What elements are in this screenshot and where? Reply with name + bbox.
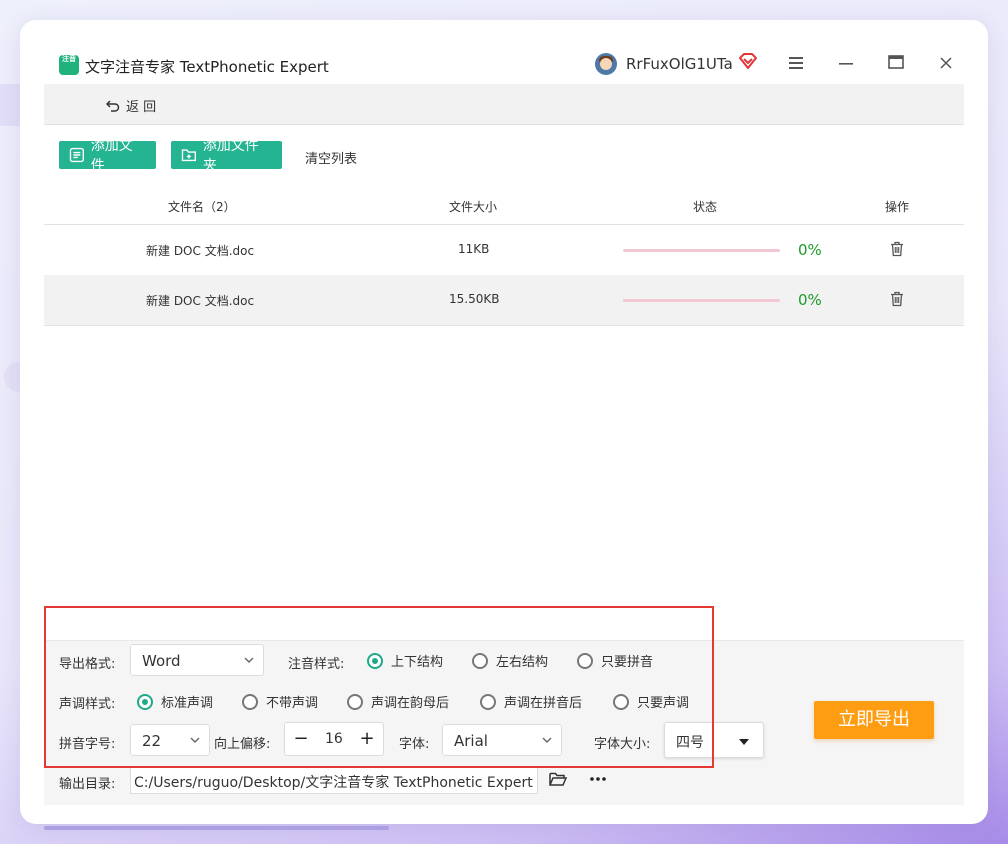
username[interactable]: RrFuxOlG1UTa bbox=[626, 55, 733, 73]
pinyin-size-label: 拼音字号: bbox=[59, 737, 116, 752]
title-bar: 注音 文字注音专家 TextPhonetic Expert RrFuxOlG1U… bbox=[44, 44, 964, 84]
progress-percent: 0% bbox=[798, 291, 822, 309]
radio-icon bbox=[347, 693, 363, 710]
vip-diamond-icon[interactable] bbox=[738, 53, 758, 73]
annotation-style-radio-left-right[interactable]: 左右结构 bbox=[472, 651, 548, 670]
export-now-button[interactable]: 立即导出 bbox=[814, 701, 934, 739]
menu-icon[interactable] bbox=[785, 53, 807, 75]
radio-selected-icon bbox=[367, 652, 383, 669]
annotation-style-option: 左右结构 bbox=[496, 655, 549, 670]
font-size-select[interactable]: 四号 bbox=[664, 722, 764, 758]
tone-style-radio-tone-only[interactable]: 只要声调 bbox=[613, 692, 689, 711]
font-value: Arial bbox=[454, 732, 488, 750]
radio-icon bbox=[472, 652, 488, 669]
annotation-style-option: 只要拼音 bbox=[601, 655, 654, 670]
progress-bar bbox=[623, 249, 780, 252]
radio-icon bbox=[613, 693, 629, 710]
radio-icon bbox=[480, 693, 496, 710]
tone-style-option: 只要声调 bbox=[637, 696, 690, 711]
annotation-style-label: 注音样式: bbox=[288, 657, 345, 672]
header-action: 操作 bbox=[885, 200, 910, 214]
chevron-down-icon bbox=[243, 652, 255, 670]
clear-list-button[interactable]: 清空列表 bbox=[305, 148, 357, 167]
more-options-icon[interactable] bbox=[589, 770, 607, 792]
font-size-value: 四号 bbox=[676, 735, 704, 751]
add-folder-label: 添加文件夹 bbox=[202, 138, 259, 174]
progress-percent: 0% bbox=[798, 241, 822, 259]
tone-style-option: 声调在韵母后 bbox=[371, 696, 450, 711]
tone-style-label: 声调样式: bbox=[59, 697, 116, 712]
user-avatar[interactable] bbox=[595, 53, 617, 75]
table-row[interactable]: 新建 DOC 文档.doc 11KB 0% bbox=[44, 225, 964, 276]
tone-style-radio-no-tone[interactable]: 不带声调 bbox=[242, 692, 318, 711]
file-size: 11KB bbox=[458, 242, 490, 256]
header-status: 状态 bbox=[693, 200, 718, 214]
minimize-icon[interactable] bbox=[835, 53, 857, 75]
delete-icon[interactable] bbox=[890, 291, 904, 310]
open-folder-icon[interactable] bbox=[549, 771, 568, 791]
back-arrow-icon bbox=[106, 99, 120, 112]
app-logo: 注音 bbox=[59, 55, 79, 75]
radio-icon bbox=[577, 652, 593, 669]
annotation-style-radio-top-bottom[interactable]: 上下结构 bbox=[367, 651, 443, 670]
chevron-down-icon bbox=[541, 732, 553, 750]
add-file-button[interactable]: 添加文件 bbox=[59, 138, 156, 174]
font-select[interactable]: Arial bbox=[442, 724, 562, 756]
pinyin-size-value: 22 bbox=[142, 732, 162, 750]
file-size: 15.50KB bbox=[449, 292, 500, 306]
window-accent-bar bbox=[44, 826, 389, 830]
output-dir-value: C:/Users/ruguo/Desktop/文字注音专家 TextPhonet… bbox=[134, 775, 533, 791]
export-format-select[interactable]: Word bbox=[130, 644, 264, 676]
annotation-style-radio-pinyin-only[interactable]: 只要拼音 bbox=[577, 651, 653, 670]
header-file-size: 文件大小 bbox=[449, 200, 498, 214]
back-label: 返 回 bbox=[126, 100, 157, 115]
tone-style-option: 标准声调 bbox=[161, 696, 214, 711]
file-name: 新建 DOC 文档.doc bbox=[146, 294, 255, 308]
add-file-icon bbox=[69, 147, 84, 163]
offset-increment-button[interactable]: + bbox=[356, 726, 378, 752]
font-label: 字体: bbox=[399, 737, 430, 752]
radio-icon bbox=[242, 693, 258, 710]
app-title: 文字注音专家 TextPhonetic Expert bbox=[85, 58, 329, 76]
tone-style-radio-after-final[interactable]: 声调在韵母后 bbox=[347, 692, 449, 711]
output-dir-label: 输出目录: bbox=[59, 777, 116, 792]
offset-decrement-button[interactable]: − bbox=[290, 726, 312, 752]
back-button[interactable]: 返 回 bbox=[106, 96, 156, 115]
app-logo-text: 注音 bbox=[62, 55, 76, 63]
add-folder-button[interactable]: 添加文件夹 bbox=[171, 138, 282, 174]
close-icon[interactable] bbox=[935, 53, 957, 75]
header-file-name: 文件名（2） bbox=[168, 200, 236, 214]
tone-style-radio-standard[interactable]: 标准声调 bbox=[137, 692, 213, 711]
add-file-label: 添加文件 bbox=[90, 138, 133, 174]
offset-value[interactable]: 16 bbox=[325, 731, 343, 747]
offset-stepper: − 16 + bbox=[284, 722, 384, 756]
offset-label: 向上偏移: bbox=[214, 737, 271, 752]
add-folder-icon bbox=[181, 149, 197, 162]
export-format-value: Word bbox=[142, 652, 181, 670]
table-row[interactable]: 新建 DOC 文档.doc 15.50KB 0% bbox=[44, 275, 964, 326]
maximize-icon[interactable] bbox=[885, 53, 907, 75]
delete-icon[interactable] bbox=[890, 241, 904, 260]
caret-down-icon bbox=[739, 734, 749, 750]
tone-style-option: 声调在拼音后 bbox=[504, 696, 583, 711]
chevron-down-icon bbox=[189, 732, 201, 750]
pinyin-size-select[interactable]: 22 bbox=[130, 724, 210, 756]
export-format-label: 导出格式: bbox=[59, 657, 116, 672]
annotation-style-option: 上下结构 bbox=[391, 655, 444, 670]
file-table-header: 文件名（2） 文件大小 状态 操作 bbox=[44, 188, 964, 225]
progress-bar bbox=[623, 299, 780, 302]
tone-style-option: 不带声调 bbox=[266, 696, 319, 711]
font-size-label: 字体大小: bbox=[594, 737, 651, 752]
app-window: 注音 文字注音专家 TextPhonetic Expert RrFuxOlG1U… bbox=[44, 44, 964, 805]
tone-style-radio-after-pinyin[interactable]: 声调在拼音后 bbox=[480, 692, 582, 711]
back-bar: 返 回 bbox=[44, 84, 964, 125]
file-name: 新建 DOC 文档.doc bbox=[146, 244, 255, 258]
radio-selected-icon bbox=[137, 693, 153, 710]
output-dir-field[interactable]: C:/Users/ruguo/Desktop/文字注音专家 TextPhonet… bbox=[130, 766, 538, 794]
